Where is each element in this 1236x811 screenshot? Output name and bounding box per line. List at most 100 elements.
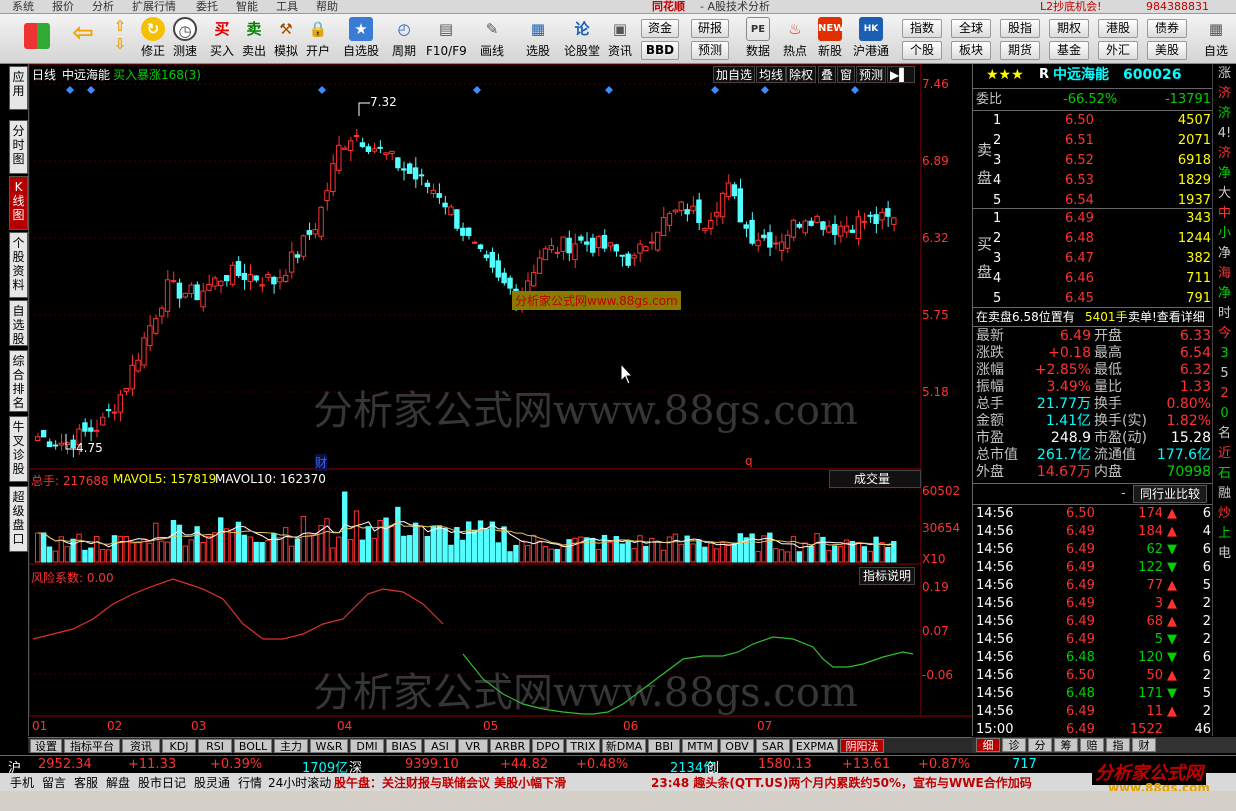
period-label[interactable]: 日线	[32, 66, 56, 83]
buy-button[interactable]: 买 买入	[207, 17, 237, 61]
indicator-tab[interactable]: 设置	[30, 739, 62, 753]
menu-tools[interactable]: 工具	[276, 0, 298, 13]
indicator-tab[interactable]: W&R	[310, 739, 348, 753]
new-stock-button[interactable]: NEW 新股	[814, 17, 846, 61]
buy-level-row[interactable]: 5 6.45 791	[973, 290, 1213, 308]
menu-analysis[interactable]: 分析	[92, 0, 114, 13]
quick-bbd[interactable]: BBD	[641, 41, 679, 60]
quick-futures[interactable]: 期货	[1000, 41, 1040, 60]
hotspot-button[interactable]: ♨ 热点	[779, 17, 811, 61]
indicator-tab[interactable]: TRIX	[566, 739, 600, 753]
tab-ranking[interactable]: 综合排名	[9, 350, 28, 412]
indicator-help-button[interactable]: 指标说明	[859, 567, 916, 585]
data-button[interactable]: PE 数据	[742, 17, 774, 61]
indicator-tab[interactable]: RSI	[198, 739, 232, 753]
forum-button[interactable]: 论 论股堂	[562, 17, 602, 61]
indicator-tab[interactable]: VR	[458, 739, 488, 753]
big-order-notice[interactable]: 在卖盘6.58位置有 5401手 卖单!查看详细	[973, 308, 1213, 326]
quick-forex[interactable]: 外汇	[1098, 41, 1138, 60]
quick-forecast[interactable]: 预测	[691, 41, 729, 60]
ad-link[interactable]: L2抄底机会!	[1040, 0, 1102, 13]
footer-service[interactable]: 客服	[74, 774, 98, 791]
footer-mobile[interactable]: 手机	[10, 774, 34, 791]
sell-level-row[interactable]: 1 6.50 4507	[973, 112, 1213, 130]
sell-level-row[interactable]: 4 6.53 1829	[973, 172, 1213, 190]
draw-line-button[interactable]: ✎ 画线	[472, 17, 512, 61]
financial-marker[interactable]: 财	[315, 454, 328, 471]
volume-selector[interactable]: 成交量	[829, 470, 921, 488]
indicator-tab[interactable]: ASI	[424, 739, 456, 753]
f10-button[interactable]: ▤ F10/F9	[426, 17, 467, 61]
indicator-tab[interactable]: OBV	[720, 739, 754, 753]
quick-hk-stocks[interactable]: 港股	[1098, 19, 1138, 38]
up-down-button[interactable]: ⇧ ⇩	[108, 17, 132, 61]
quick-index-futures[interactable]: 股指	[1000, 19, 1040, 38]
menu-system[interactable]: 系统	[12, 0, 34, 13]
menu-ext-quote[interactable]: 扩展行情	[132, 0, 176, 13]
quick-capital[interactable]: 资金	[641, 19, 679, 38]
buy-level-row[interactable]: 2 6.48 1244	[973, 230, 1213, 248]
watchlist-button[interactable]: ★ 自选股	[340, 17, 382, 61]
indicator-tab[interactable]: 主力	[274, 739, 308, 753]
footer-diary[interactable]: 股市日记	[138, 774, 186, 791]
indicator-tab[interactable]: ARBR	[490, 739, 530, 753]
custom-button[interactable]: ▦ 自选	[1198, 17, 1234, 61]
news-button[interactable]: ▣ 资讯	[604, 17, 636, 61]
menu-smart[interactable]: 智能	[236, 0, 258, 13]
speedtest-button[interactable]: ◷ 测速	[170, 17, 200, 61]
tab-kline[interactable]: K线图	[9, 176, 28, 230]
back-button[interactable]: ⇦	[66, 17, 100, 61]
layout-button[interactable]	[22, 17, 52, 61]
buy-level-row[interactable]: 4 6.46 711	[973, 270, 1213, 288]
indicator-tab[interactable]: BOLL	[234, 739, 272, 753]
indicator-tab[interactable]: 新DMA	[602, 739, 646, 753]
sell-button[interactable]: 卖 卖出	[239, 17, 269, 61]
indicator-tab[interactable]: DMI	[350, 739, 384, 753]
q-marker[interactable]: q	[745, 454, 753, 468]
tab-diagnosis[interactable]: 牛叉诊股	[9, 416, 28, 482]
tab-app[interactable]: 应用	[9, 66, 28, 110]
tab-super-book[interactable]: 超级盘口	[9, 486, 28, 552]
quick-options[interactable]: 期权	[1049, 19, 1089, 38]
hk-connect-button[interactable]: HK 沪港通	[850, 17, 892, 61]
quick-funds[interactable]: 基金	[1049, 41, 1089, 60]
footer-rolling[interactable]: 24小时滚动	[268, 774, 331, 791]
detail-tab[interactable]: 赔	[1080, 738, 1104, 752]
indicator-tab[interactable]: EXPMA	[792, 739, 838, 753]
indicator-tab[interactable]: BIAS	[386, 739, 422, 753]
industry-compare-button[interactable]: 同行业比较	[1133, 485, 1208, 503]
period-button[interactable]: ◴ 周期	[385, 17, 423, 61]
buy-level-row[interactable]: 3 6.47 382	[973, 250, 1213, 268]
footer-message[interactable]: 留言	[42, 774, 66, 791]
correct-button[interactable]: ↻ 修正	[138, 17, 168, 61]
footer-commentary[interactable]: 解盘	[106, 774, 130, 791]
sell-level-row[interactable]: 2 6.51 2071	[973, 132, 1213, 150]
collapse-arrow-icon[interactable]: ▶▌	[887, 66, 915, 83]
quick-stocks[interactable]: 个股	[902, 41, 942, 60]
detail-tab[interactable]: 筹	[1054, 738, 1078, 752]
detail-tab[interactable]: 分	[1028, 738, 1052, 752]
ad-box[interactable]: 分析家公式网www.88gs.com	[512, 291, 681, 310]
add-watchlist-button[interactable]: 加自选	[713, 66, 756, 83]
news-ticker-2[interactable]: 23:48 趣头条(QTT.US)两个月内累跌约50%，宣布与WWE合作加码	[651, 774, 1032, 791]
indicator-tab[interactable]: 资讯	[122, 739, 160, 753]
window-button[interactable]: 窗	[837, 66, 856, 83]
buy-level-row[interactable]: 1 6.49 343	[973, 210, 1213, 228]
quick-global[interactable]: 全球	[951, 19, 991, 38]
indicator-tab[interactable]: BBI	[648, 739, 680, 753]
menu-quote[interactable]: 报价	[52, 0, 74, 13]
indicator-tab[interactable]: MTM	[682, 739, 718, 753]
indicator-tab[interactable]: DPO	[532, 739, 564, 753]
news-ticker-1[interactable]: 股午盘：关注财报与联储会议 美股小幅下滑	[334, 774, 566, 791]
detail-tab[interactable]: 指	[1106, 738, 1130, 752]
menu-order[interactable]: 委托	[196, 0, 218, 13]
detail-tab[interactable]: 细	[976, 738, 1000, 752]
open-account-button[interactable]: 🔒 开户	[303, 17, 333, 61]
tab-watchlist[interactable]: 自选股	[9, 300, 28, 346]
forecast-button[interactable]: 预测	[856, 66, 887, 83]
footer-gulingtong[interactable]: 股灵通	[194, 774, 230, 791]
quick-bonds[interactable]: 债券	[1147, 19, 1187, 38]
indicator-tab[interactable]: KDJ	[162, 739, 196, 753]
tab-stock-profile[interactable]: 个股资料	[9, 232, 28, 298]
sell-level-row[interactable]: 3 6.52 6918	[973, 152, 1213, 170]
